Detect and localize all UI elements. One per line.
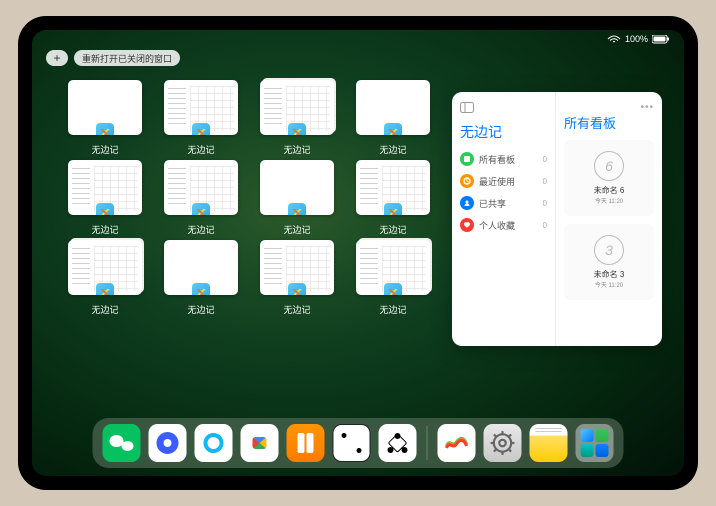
sidebar-item-label: 最近使用 — [479, 175, 515, 188]
freeform-app-icon — [384, 203, 402, 215]
app-window[interactable]: 无边记 — [160, 160, 242, 236]
board-sketch: 3 — [594, 235, 624, 265]
sidebar-item-label: 个人收藏 — [479, 219, 515, 232]
battery-icon — [652, 35, 670, 44]
screen: 100% + 重新打开已关闭的窗口 无边记无边记无边记无边记无边记无边记无边记无… — [32, 30, 684, 476]
sidebar-item[interactable]: 已共享 0 — [460, 196, 547, 210]
dock-freeform-icon[interactable] — [438, 424, 476, 462]
sidebar-toggle-icon[interactable] — [460, 102, 547, 116]
window-label: 无边记 — [91, 223, 118, 236]
app-window[interactable]: 无边记 — [352, 240, 434, 316]
sidebar-item-count: 0 — [543, 155, 547, 164]
app-window[interactable]: 无边记 — [256, 240, 338, 316]
sidebar-item[interactable]: 个人收藏 0 — [460, 218, 547, 232]
app-window[interactable]: 无边记 — [352, 80, 434, 156]
sidebar-item-icon — [460, 152, 474, 166]
board-date: 今天 11:20 — [595, 280, 623, 289]
freeform-app-icon — [96, 123, 114, 135]
board-name: 未命名 3 — [594, 269, 625, 280]
freeform-app-icon — [384, 123, 402, 135]
sidebar-item-icon — [460, 196, 474, 210]
freeform-app-icon — [96, 203, 114, 215]
dock-dice-icon[interactable] — [333, 424, 371, 462]
window-label: 无边记 — [379, 143, 406, 156]
window-grid: 无边记无边记无边记无边记无边记无边记无边记无边记无边记无边记无边记无边记 — [64, 80, 434, 316]
sidebar-item[interactable]: 所有看板 0 — [460, 152, 547, 166]
battery-pct: 100% — [625, 34, 648, 44]
window-label: 无边记 — [91, 303, 118, 316]
freeform-app-icon — [288, 203, 306, 215]
window-label: 无边记 — [187, 303, 214, 316]
app-window[interactable]: 无边记 — [352, 160, 434, 236]
sidebar-item-label: 已共享 — [479, 197, 506, 210]
sidebar-item-icon — [460, 218, 474, 232]
dock-notes-icon[interactable] — [530, 424, 568, 462]
sidebar-panel: 无边记 所有看板 0 最近使用 0 已共享 0 个人收藏 0 — [452, 92, 556, 346]
sidebar-item-count: 0 — [543, 199, 547, 208]
dock-nodes-icon[interactable] — [379, 424, 417, 462]
dock-separator — [427, 426, 428, 460]
dock-qq1-icon[interactable] — [149, 424, 187, 462]
sidebar-item-icon — [460, 174, 474, 188]
freeform-app-icon — [288, 123, 306, 135]
sidebar-item-count: 0 — [543, 177, 547, 186]
status-bar: 100% — [607, 34, 670, 44]
window-label: 无边记 — [283, 303, 310, 316]
window-label: 无边记 — [187, 143, 214, 156]
window-label: 无边记 — [187, 223, 214, 236]
app-window[interactable]: 无边记 — [160, 80, 242, 156]
wifi-icon — [607, 35, 621, 43]
board-name: 未命名 6 — [594, 185, 625, 196]
board-date: 今天 11:20 — [595, 196, 623, 205]
dock-wechat-icon[interactable] — [103, 424, 141, 462]
boards-panel: ••• 所有看板 6未命名 6今天 11:203未命名 3今天 11:20 — [556, 92, 662, 346]
boards-title: 所有看板 — [564, 113, 654, 132]
window-label: 无边记 — [379, 223, 406, 236]
sidebar-item-label: 所有看板 — [479, 153, 515, 166]
app-window[interactable]: 无边记 — [256, 80, 338, 156]
dock-folder-icon[interactable] — [576, 424, 614, 462]
window-label: 无边记 — [283, 143, 310, 156]
sidebar-title: 无边记 — [460, 122, 547, 142]
freeform-app-icon — [96, 283, 114, 295]
reopen-closed-window-button[interactable]: 重新打开已关闭的窗口 — [74, 50, 180, 66]
dock-books-icon[interactable] — [287, 424, 325, 462]
sidebar-item-count: 0 — [543, 221, 547, 230]
window-label: 无边记 — [91, 143, 118, 156]
board-thumbnail[interactable]: 6 未命名 6今天 11:20 — [564, 140, 654, 216]
dock — [93, 418, 624, 468]
freeform-app-icon — [192, 283, 210, 295]
app-window[interactable]: 无边记 — [256, 160, 338, 236]
topbar: + 重新打开已关闭的窗口 — [46, 50, 180, 66]
dock-settings-icon[interactable] — [484, 424, 522, 462]
sidebar-item[interactable]: 最近使用 0 — [460, 174, 547, 188]
freeform-app-icon — [192, 203, 210, 215]
app-window[interactable]: 无边记 — [160, 240, 242, 316]
freeform-app-icon — [384, 283, 402, 295]
app-window[interactable]: 无边记 — [64, 240, 146, 316]
board-thumbnail[interactable]: 3 未命名 3今天 11:20 — [564, 224, 654, 300]
window-label: 无边记 — [283, 223, 310, 236]
new-window-button[interactable]: + — [46, 50, 68, 66]
dock-qq2-icon[interactable] — [195, 424, 233, 462]
app-window[interactable]: 无边记 — [64, 80, 146, 156]
dock-play-icon[interactable] — [241, 424, 279, 462]
app-window[interactable]: 无边记 — [64, 160, 146, 236]
board-sketch: 6 — [594, 151, 624, 181]
more-icon[interactable]: ••• — [564, 102, 654, 113]
app-preview-card[interactable]: 无边记 所有看板0最近使用0已共享0个人收藏0 ••• 所有看板 6未命名 6今… — [452, 92, 662, 346]
window-label: 无边记 — [379, 303, 406, 316]
freeform-app-icon — [288, 283, 306, 295]
freeform-app-icon — [192, 123, 210, 135]
ipad-frame: 100% + 重新打开已关闭的窗口 无边记无边记无边记无边记无边记无边记无边记无… — [18, 16, 698, 490]
